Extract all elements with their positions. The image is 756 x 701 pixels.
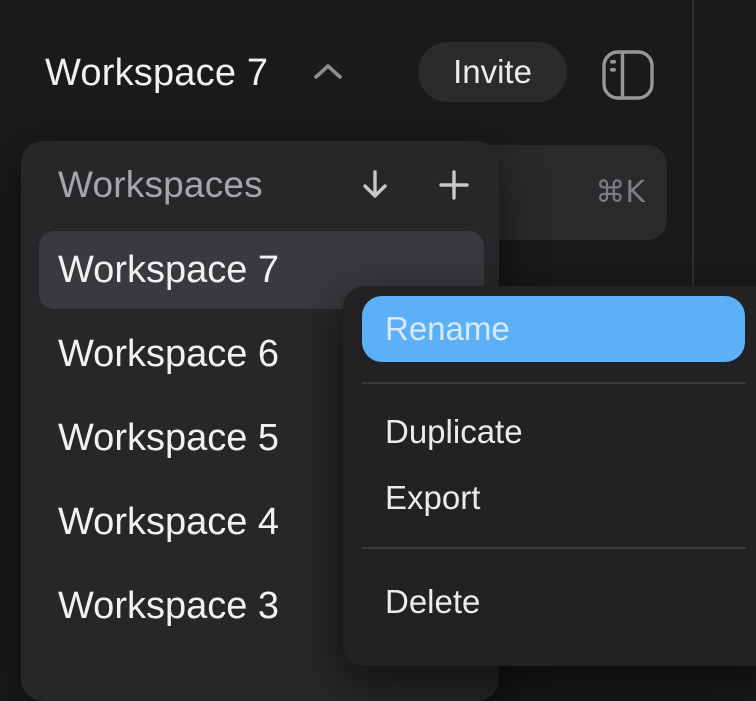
workspaces-panel-title: Workspaces [58, 164, 263, 206]
invite-button[interactable]: Invite [418, 42, 567, 102]
context-menu-item-export[interactable]: Export [385, 476, 480, 520]
workspaces-panel-header: Workspaces [21, 141, 499, 228]
workspace-title[interactable]: Workspace 7 [45, 52, 268, 95]
menu-divider [362, 382, 746, 384]
search-bar[interactable]: ⌘K [470, 145, 667, 240]
search-shortcut-badge: ⌘K [595, 145, 645, 240]
menu-divider [362, 547, 746, 549]
add-workspace-icon[interactable] [439, 170, 469, 200]
sidebar-toggle-icon[interactable] [601, 49, 655, 101]
sort-down-arrow-icon[interactable] [361, 169, 389, 201]
context-menu-item-duplicate[interactable]: Duplicate [385, 410, 523, 454]
workspace-context-menu: Rename Duplicate Export Delete [343, 286, 756, 666]
chevron-up-icon[interactable] [312, 61, 344, 83]
context-menu-item-rename[interactable]: Rename [362, 296, 745, 362]
context-menu-item-delete[interactable]: Delete [385, 580, 480, 624]
